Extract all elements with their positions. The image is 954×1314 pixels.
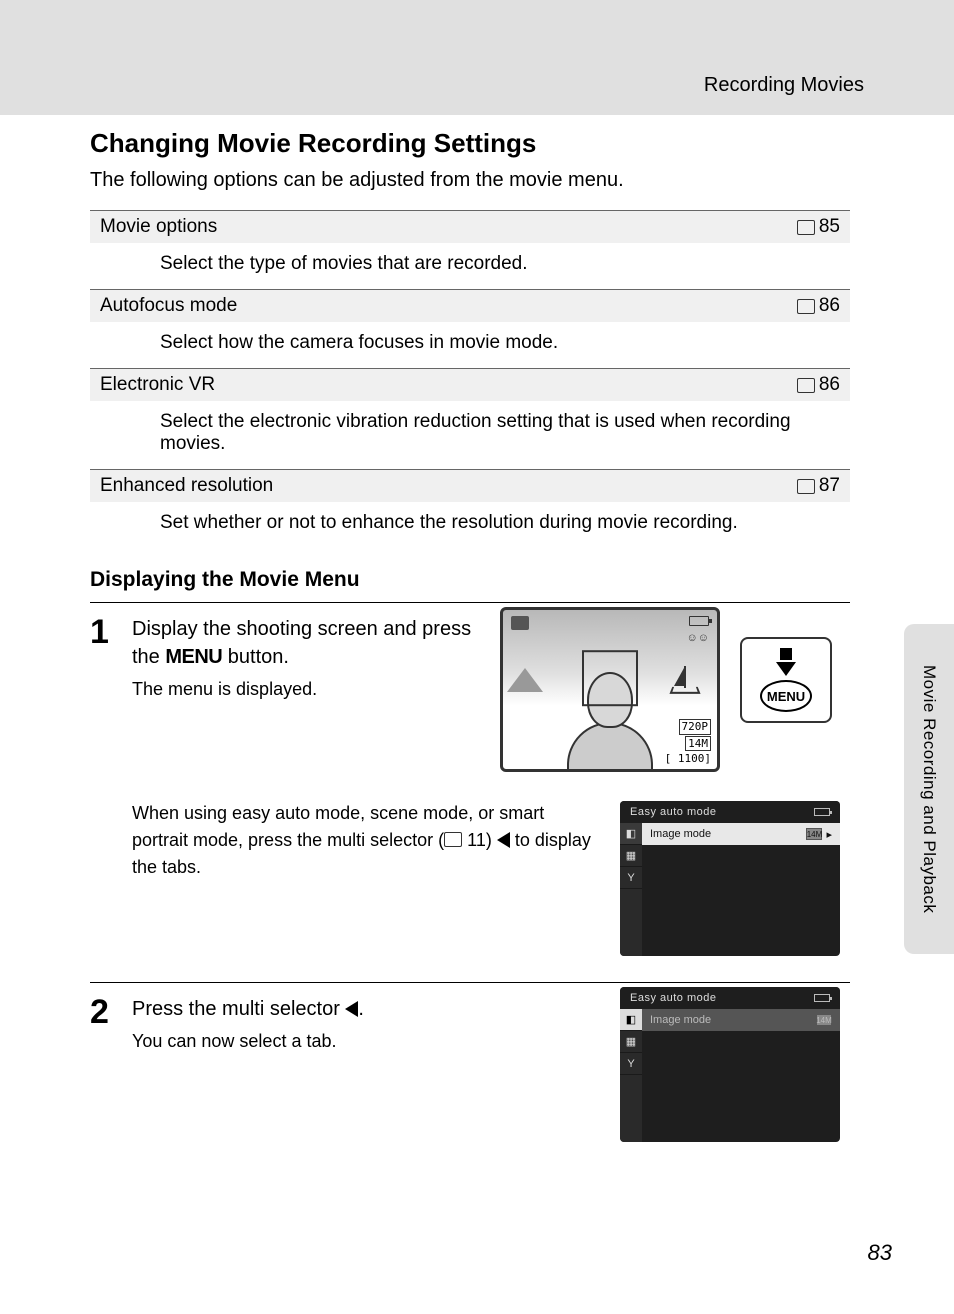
af-box — [582, 650, 638, 706]
setup-tab-icon: Y — [620, 867, 642, 889]
menu-title: Easy auto mode — [630, 992, 717, 1004]
menu-row: Image mode 14M — [642, 1009, 840, 1031]
page-title: Changing Movie Recording Settings — [90, 128, 850, 159]
movie-tab-icon: ▦ — [620, 845, 642, 867]
menu-tabs: ◧ ▦ Y — [620, 1009, 642, 1142]
camera-tab-icon: ◧ — [620, 1009, 642, 1031]
book-icon — [797, 299, 815, 313]
options-table: Movie options 85 Select the type of movi… — [90, 210, 850, 548]
menu-button: MENU — [740, 637, 832, 723]
book-icon — [444, 832, 462, 846]
page-number: 83 — [868, 1240, 892, 1266]
option-name: Electronic VR — [100, 374, 215, 396]
boat-graphic — [671, 664, 699, 694]
intro-text: The following options can be adjusted fr… — [90, 169, 850, 192]
option-desc: Select how the camera focuses in movie m… — [90, 322, 850, 368]
battery-icon — [814, 994, 830, 1002]
header-bg — [0, 0, 954, 115]
menu-screen: Easy auto mode ◧ ▦ Y Image mode 14M — [620, 987, 840, 1142]
lcd-illustration: ☺☺ 720P 14M [ 1100] — [500, 607, 720, 772]
menu-screen-illustration-2: Easy auto mode ◧ ▦ Y Image mode 14M — [620, 987, 840, 1142]
option-desc: Select the type of movies that are recor… — [90, 243, 850, 289]
down-arrow-icon — [776, 662, 796, 676]
mountain-graphic — [503, 662, 563, 692]
page-ref: 85 — [797, 216, 840, 238]
step-note: When using easy auto mode, scene mode, o… — [132, 800, 592, 881]
mode-icon — [511, 616, 529, 630]
camera-tab-icon: ◧ — [620, 823, 642, 845]
menu-button-label: MENU — [760, 680, 812, 712]
book-icon — [797, 378, 815, 392]
step-1: 1 Display the shooting screen and press … — [90, 602, 850, 972]
step-2: 2 Press the multi selector . You can now… — [90, 982, 850, 1162]
right-arrow-icon: ▸ — [826, 828, 832, 841]
face-detect-icon: ☺☺ — [687, 632, 709, 644]
book-icon — [797, 479, 815, 493]
option-name: Autofocus mode — [100, 295, 237, 317]
menu-row: Image mode 14M▸ — [642, 823, 840, 845]
menu-title: Easy auto mode — [630, 806, 717, 818]
subheading: Displaying the Movie Menu — [90, 568, 850, 592]
chapter-header: Recording Movies — [704, 74, 864, 97]
option-name: Enhanced resolution — [100, 475, 273, 497]
option-row: Movie options 85 — [90, 210, 850, 243]
page-ref: 86 — [797, 295, 840, 317]
menu-tabs: ◧ ▦ Y — [620, 823, 642, 956]
left-arrow-icon — [345, 1001, 358, 1017]
battery-icon — [689, 616, 709, 626]
option-row: Autofocus mode 86 — [90, 289, 850, 322]
page-ref: 87 — [797, 475, 840, 497]
option-row: Electronic VR 86 — [90, 368, 850, 401]
book-icon — [797, 220, 815, 234]
content-area: Changing Movie Recording Settings The fo… — [90, 128, 850, 1162]
step-number: 2 — [90, 995, 118, 1029]
step-title: Display the shooting screen and press th… — [132, 615, 492, 671]
lcd-readout: 720P 14M [ 1100] — [665, 719, 711, 765]
option-name: Movie options — [100, 216, 217, 238]
menu-screen: Easy auto mode ◧ ▦ Y Image mode 14M▸ — [620, 801, 840, 956]
section-tab-label: Movie Recording and Playback — [919, 665, 939, 913]
section-tab: Movie Recording and Playback — [904, 624, 954, 954]
option-desc: Set whether or not to enhance the resolu… — [90, 502, 850, 548]
page-ref: 86 — [797, 374, 840, 396]
movie-tab-icon: ▦ — [620, 1031, 642, 1053]
step-number: 1 — [90, 615, 118, 649]
setup-tab-icon: Y — [620, 1053, 642, 1075]
battery-icon — [814, 808, 830, 816]
menu-button-illustration: MENU — [740, 637, 832, 723]
option-row: Enhanced resolution 87 — [90, 469, 850, 502]
option-desc: Select the electronic vibration reductio… — [90, 401, 850, 469]
menu-screen-illustration-1: Easy auto mode ◧ ▦ Y Image mode 14M▸ — [620, 801, 840, 956]
left-arrow-icon — [497, 832, 510, 848]
manual-page: Recording Movies Changing Movie Recordin… — [0, 0, 954, 1314]
camera-lcd: ☺☺ 720P 14M [ 1100] — [500, 607, 720, 772]
